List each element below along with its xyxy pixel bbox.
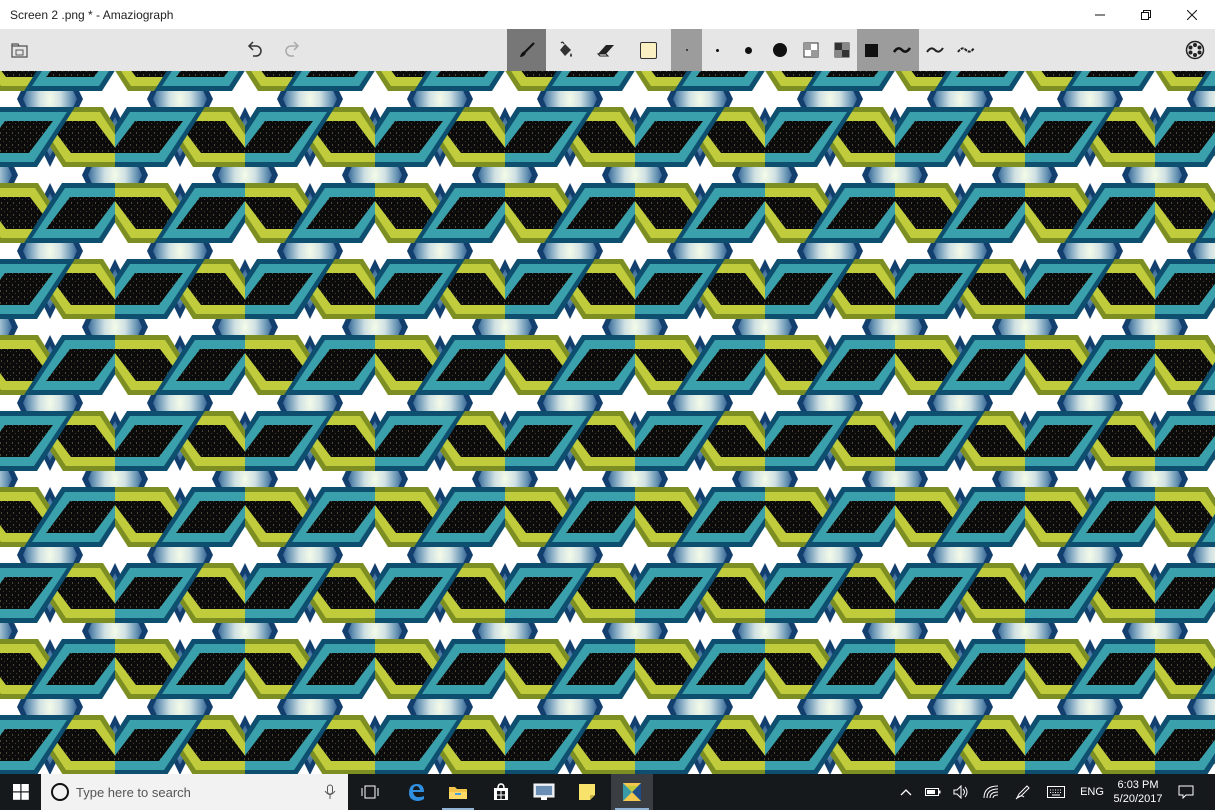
amaziograph-icon xyxy=(623,783,641,801)
restore-icon xyxy=(1141,9,1151,20)
eraser-tool-button[interactable] xyxy=(590,29,621,71)
window-title: Screen 2 .png * - Amaziograph xyxy=(10,7,174,22)
action-center-button[interactable] xyxy=(1172,774,1200,810)
brush-tool-button[interactable] xyxy=(507,29,546,71)
opacity-low-button[interactable] xyxy=(795,29,826,71)
touch-keyboard-button[interactable] xyxy=(1044,774,1068,810)
brush-size-medium[interactable] xyxy=(733,29,764,71)
solid-square-icon xyxy=(864,43,878,57)
toolbar xyxy=(0,29,1215,71)
size-dot-medium xyxy=(745,46,752,54)
volume-button[interactable] xyxy=(950,774,972,810)
smooth-stroke-icon xyxy=(893,47,912,53)
opacity-high-icon xyxy=(834,42,849,58)
sketch-stroke-icon xyxy=(925,47,944,53)
size-dot-large xyxy=(772,43,787,57)
taskbar: Type here to search ENG 6:03 PM 5/20/201… xyxy=(0,774,1215,810)
undo-icon xyxy=(247,41,262,57)
chevron-up-icon xyxy=(900,789,912,796)
brush-size-large[interactable] xyxy=(764,29,795,71)
sticky-notes-icon xyxy=(579,784,595,800)
gallery-icon xyxy=(10,43,28,58)
sketch-stroke-2-icon xyxy=(956,47,975,53)
file-explorer-button[interactable] xyxy=(438,774,478,810)
search-box[interactable]: Type here to search xyxy=(41,774,348,810)
file-explorer-icon xyxy=(449,787,467,799)
maximize-button[interactable] xyxy=(1123,0,1169,29)
stroke-sketch-1-button[interactable] xyxy=(919,29,950,71)
pen-icon xyxy=(1015,785,1030,800)
remote-desktop-icon xyxy=(533,783,555,800)
wifi-icon xyxy=(983,785,999,799)
kaleidoscope-pattern xyxy=(0,71,1215,774)
windows-ink-button[interactable] xyxy=(1012,774,1034,810)
show-hidden-icons-button[interactable] xyxy=(896,774,916,810)
cortana-icon xyxy=(51,783,69,801)
minimize-button[interactable] xyxy=(1077,0,1123,29)
size-dot-smallest xyxy=(685,49,688,51)
brush-size-smallest[interactable] xyxy=(671,29,702,71)
opacity-high-button[interactable] xyxy=(826,29,857,71)
brush-size-small[interactable] xyxy=(702,29,733,71)
minimize-icon xyxy=(1095,14,1105,15)
microphone-icon[interactable] xyxy=(324,784,336,800)
notification-icon xyxy=(1178,785,1194,799)
close-button[interactable] xyxy=(1169,0,1215,29)
start-button[interactable] xyxy=(0,774,41,810)
task-view-icon xyxy=(361,785,379,799)
clock-time: 6:03 PM xyxy=(1117,779,1159,791)
stroke-style-selected[interactable] xyxy=(857,29,919,71)
edge-button[interactable] xyxy=(396,774,436,810)
keyboard-icon xyxy=(1047,786,1065,798)
brush-icon xyxy=(519,42,535,57)
language-label: ENG xyxy=(1080,786,1104,798)
window-controls xyxy=(1077,0,1215,29)
amaziograph-button[interactable] xyxy=(611,774,653,810)
fill-tool-button[interactable] xyxy=(549,29,580,71)
title-bar: Screen 2 .png * - Amaziograph xyxy=(0,0,1215,29)
battery-icon xyxy=(925,788,941,796)
current-color-swatch xyxy=(640,41,657,59)
clock-date: 5/20/2017 xyxy=(1113,793,1163,805)
drawing-canvas[interactable] xyxy=(0,71,1215,774)
undo-button[interactable] xyxy=(238,29,269,71)
symmetry-icon xyxy=(1185,40,1204,60)
volume-icon xyxy=(953,785,968,799)
sticky-notes-button[interactable] xyxy=(567,774,607,810)
windows-logo-icon xyxy=(12,784,29,800)
close-icon xyxy=(1187,9,1197,20)
search-placeholder: Type here to search xyxy=(76,784,191,800)
fill-bucket-icon xyxy=(559,41,572,57)
edge-icon xyxy=(409,784,424,801)
remote-desktop-button[interactable] xyxy=(524,774,564,810)
gallery-button[interactable] xyxy=(4,29,35,71)
size-dot-small xyxy=(716,48,719,52)
task-view-button[interactable] xyxy=(350,774,390,810)
clock[interactable]: 6:03 PM 5/20/2017 xyxy=(1108,774,1168,810)
store-icon xyxy=(494,783,508,800)
redo-button[interactable] xyxy=(277,29,308,71)
wifi-button[interactable] xyxy=(980,774,1002,810)
color-picker-button[interactable] xyxy=(633,29,664,71)
redo-icon xyxy=(284,41,299,57)
language-indicator[interactable]: ENG xyxy=(1076,774,1108,810)
opacity-low-icon xyxy=(803,42,818,58)
stroke-sketch-2-button[interactable] xyxy=(950,29,981,71)
store-button[interactable] xyxy=(481,774,521,810)
symmetry-button[interactable] xyxy=(1179,29,1210,71)
eraser-icon xyxy=(596,45,614,57)
battery-button[interactable] xyxy=(922,774,944,810)
